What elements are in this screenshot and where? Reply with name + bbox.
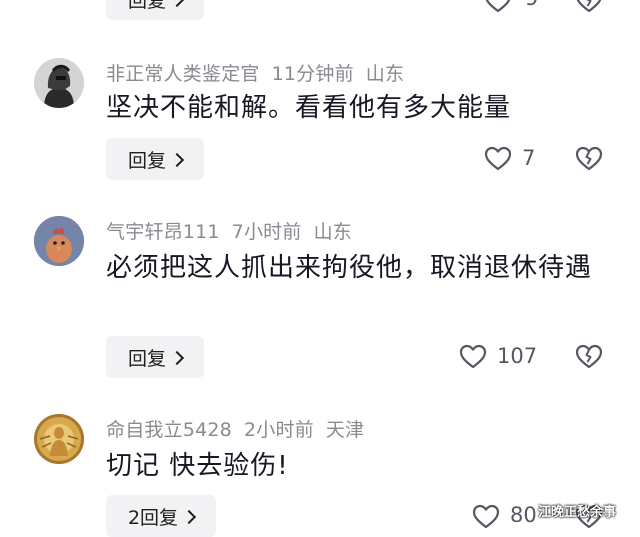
broken-heart-icon[interactable] [575,0,603,14]
golden-buddha-icon [34,414,84,464]
timestamp: 7小时前 [231,221,302,243]
comment-meta: 非正常人类鉴定官 11分钟前 山东 [106,59,416,86]
location: 山东 [365,63,405,85]
username[interactable]: 命自我立5428 [106,419,232,441]
comment-text: 必须把这人抓出来拘役他，取消退休待遇 [106,253,593,283]
avatar[interactable] [34,216,84,266]
broken-heart-icon[interactable] [575,344,603,370]
reply-button[interactable]: 回复 [106,138,204,180]
avatar[interactable] [34,58,84,108]
chevron-right-icon [169,350,185,365]
heart-outline-icon[interactable] [484,146,512,172]
like-count: 80 [510,503,537,527]
like-count: 7 [522,146,536,170]
comment-text: 切记 快去验伤! [106,451,289,481]
avatar[interactable] [34,414,84,464]
reply-label: 回复 [127,347,166,370]
reply-button[interactable]: 2回复 [106,495,216,537]
chevron-right-icon [181,509,197,524]
timestamp: 2小时前 [243,419,314,441]
heart-outline-icon[interactable] [472,504,500,530]
location: 天津 [325,419,365,441]
watermark: 江晚正愁余事 [538,505,617,520]
broken-heart-icon[interactable] [575,146,603,172]
like-count: 107 [497,344,538,368]
username[interactable]: 非正常人类鉴定官 [106,63,260,85]
chicken-icon [34,216,84,266]
chevron-right-icon [169,152,185,167]
location: 山东 [313,221,352,243]
heart-outline-icon[interactable] [484,0,512,14]
like-count: 9 [525,0,538,10]
reply-label: 2回复 [127,506,179,529]
reply-button[interactable]: 回复 [106,0,204,20]
username[interactable]: 气宇轩昂111 [106,221,220,243]
comment-meta: 命自我立5428 2小时前 天津 [106,415,376,442]
comment-meta: 气宇轩昂111 7小时前 山东 [106,217,364,244]
comment-text: 坚决不能和解。看看他有多大能量 [106,93,512,123]
reply-button[interactable]: 回复 [106,336,204,378]
chevron-right-icon [169,0,185,7]
heart-outline-icon[interactable] [459,344,487,370]
timestamp: 11分钟前 [271,63,354,85]
reply-label: 回复 [127,149,166,172]
reply-label: 回复 [127,0,166,12]
spartan-helmet-icon [34,58,84,108]
